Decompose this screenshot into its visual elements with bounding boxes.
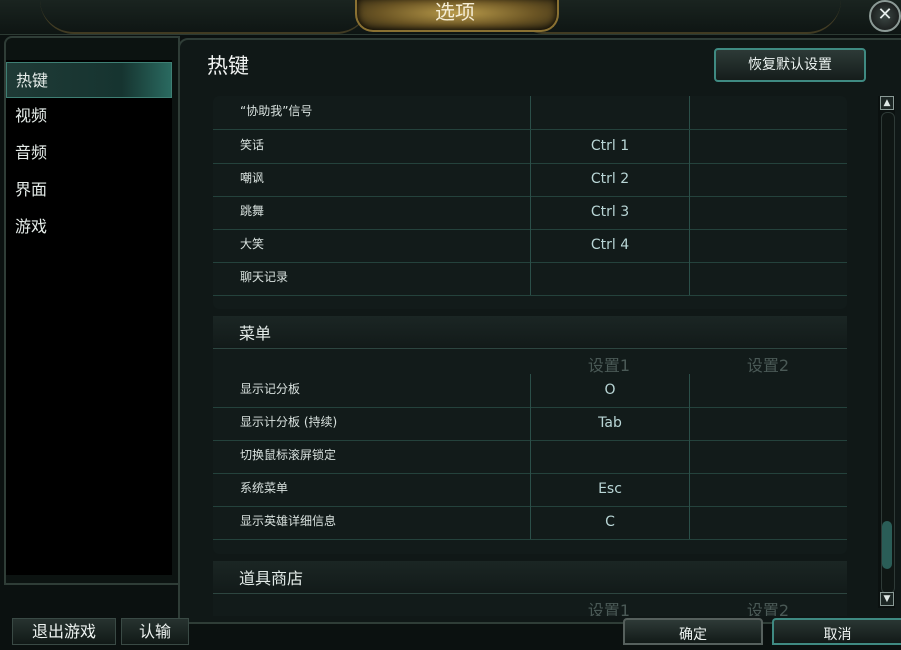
- cancel-button[interactable]: 取消: [772, 618, 901, 645]
- surrender-button[interactable]: 认输: [121, 618, 189, 645]
- hotkey-slot2[interactable]: [689, 229, 847, 262]
- table-row: 系统菜单 Esc: [213, 473, 847, 507]
- sidebar-item-hotkeys[interactable]: 热键: [6, 62, 172, 98]
- close-icon: ✕: [877, 4, 893, 25]
- hotkey-slot2[interactable]: [689, 96, 847, 129]
- page-title: 热键: [207, 54, 249, 78]
- hotkey-slot1[interactable]: Ctrl 1: [530, 130, 689, 163]
- section-title: 道具商店: [239, 569, 304, 588]
- hotkey-slot2[interactable]: [689, 262, 847, 295]
- window-title: 选项: [435, 0, 475, 24]
- ornament-right: [511, 0, 841, 34]
- arrow-up-icon: ▲: [883, 98, 891, 108]
- table-row: 笑话 Ctrl 1: [213, 130, 847, 164]
- table-row: 大笑 Ctrl 4: [213, 229, 847, 263]
- section-header: 道具商店: [213, 561, 847, 594]
- hotkey-slot1[interactable]: [530, 440, 689, 473]
- hotkey-slot2[interactable]: [689, 407, 847, 440]
- reset-defaults-button[interactable]: 恢复默认设置: [714, 48, 866, 82]
- scroll-thumb[interactable]: [882, 521, 892, 569]
- sidebar-item-game[interactable]: 游戏: [6, 209, 172, 245]
- hotkey-slot2[interactable]: [689, 130, 847, 163]
- section-title: 菜单: [239, 324, 272, 343]
- column-header-slot1: 设置1: [587, 601, 631, 616]
- hotkey-label: 系统菜单: [240, 481, 289, 495]
- hotkey-label: 显示计分板 (持续): [240, 415, 338, 429]
- hotkey-label: 聊天记录: [240, 270, 289, 284]
- hotkey-label: 切换鼠标滚屏锁定: [240, 448, 337, 462]
- sidebar-item-video[interactable]: 视频: [6, 98, 172, 134]
- hotkey-slot1[interactable]: [530, 96, 689, 129]
- hotkey-slot1[interactable]: Ctrl 4: [530, 229, 689, 262]
- hotkey-label: 大笑: [240, 237, 265, 251]
- hotkey-slot1[interactable]: Ctrl 2: [530, 163, 689, 196]
- close-button[interactable]: ✕: [869, 0, 901, 32]
- sidebar-item-interface[interactable]: 界面: [6, 172, 172, 208]
- table-row: 聊天记录: [213, 262, 847, 296]
- hotkey-slot2[interactable]: [689, 506, 847, 539]
- column-header-slot1: 设置1: [587, 356, 631, 375]
- sidebar-item-audio[interactable]: 音频: [6, 135, 172, 171]
- section-menu: 菜单 设置1 设置2 显示记分板 O 显示计分板 (持续) Tab 切换鼠标滚屏…: [213, 316, 847, 554]
- hotkey-label: 嘲讽: [240, 171, 265, 185]
- table-row: 显示计分板 (持续) Tab: [213, 407, 847, 441]
- column-header-slot2: 设置2: [746, 601, 790, 616]
- hotkey-slot2[interactable]: [689, 473, 847, 506]
- scroll-up-button[interactable]: ▲: [880, 96, 894, 110]
- hotkey-label: “协助我”信号: [240, 104, 313, 118]
- hotkey-label: 跳舞: [240, 204, 265, 218]
- hotkey-slot2[interactable]: [689, 374, 847, 407]
- ornament-left: [40, 0, 370, 34]
- hotkey-slot1[interactable]: O: [530, 374, 689, 407]
- hotkey-slot1[interactable]: Ctrl 3: [530, 196, 689, 229]
- hotkey-label: 显示英雄详细信息: [240, 514, 337, 528]
- hotkey-slot1[interactable]: Tab: [530, 407, 689, 440]
- table-row: 显示英雄详细信息 C: [213, 506, 847, 540]
- hotkey-label: 显示记分板: [240, 382, 301, 396]
- section-emotes: “协助我”信号 笑话 Ctrl 1 嘲讽 Ctrl 2 跳舞 Ctrl 3 大笑…: [213, 96, 847, 309]
- hotkey-slot1[interactable]: [530, 262, 689, 295]
- table-row: 切换鼠标滚屏锁定: [213, 440, 847, 474]
- table-row: 跳舞 Ctrl 3: [213, 196, 847, 230]
- scroll-down-button[interactable]: ▼: [880, 592, 894, 606]
- column-header-slot2: 设置2: [746, 356, 790, 375]
- table-row: 嘲讽 Ctrl 2: [213, 163, 847, 197]
- table-row: “协助我”信号: [213, 96, 847, 130]
- hotkey-slot1[interactable]: Esc: [530, 473, 689, 506]
- table-row: 显示记分板 O: [213, 374, 847, 408]
- hotkey-slot2[interactable]: [689, 196, 847, 229]
- hotkey-list: “协助我”信号 笑话 Ctrl 1 嘲讽 Ctrl 2 跳舞 Ctrl 3 大笑…: [213, 96, 847, 616]
- quit-game-button[interactable]: 退出游戏: [12, 618, 116, 645]
- hotkey-slot2[interactable]: [689, 163, 847, 196]
- section-item-shop: 道具商店 设置1 设置2: [213, 561, 847, 616]
- hotkey-slot2[interactable]: [689, 440, 847, 473]
- section-header: 菜单: [213, 316, 847, 349]
- arrow-down-icon: ▼: [883, 594, 891, 604]
- sidebar: 热键 视频 音频 界面 游戏: [6, 60, 172, 575]
- hotkey-slot1[interactable]: C: [530, 506, 689, 539]
- ok-button[interactable]: 确定: [623, 618, 763, 645]
- hotkey-label: 笑话: [240, 138, 265, 152]
